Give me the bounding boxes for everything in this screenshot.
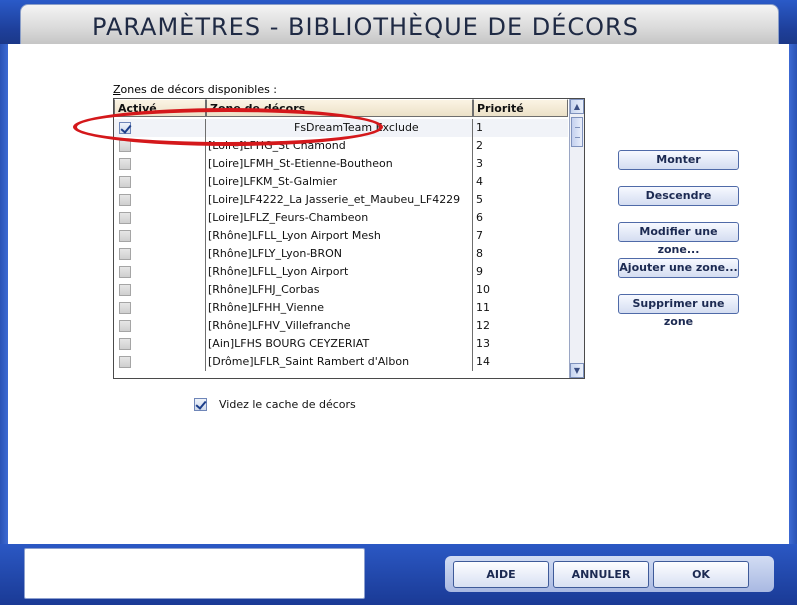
active-checkbox[interactable]	[119, 266, 131, 278]
list-header: Activé Zone de décors Priorité	[114, 99, 568, 119]
active-cell	[114, 353, 206, 371]
zone-priority: 6	[476, 211, 483, 224]
active-checkbox[interactable]	[119, 320, 131, 332]
active-cell	[114, 317, 206, 335]
active-cell	[114, 155, 206, 173]
column-header-priority[interactable]: Priorité	[473, 99, 568, 117]
active-checkbox[interactable]	[119, 248, 131, 260]
zone-priority: 9	[476, 265, 483, 278]
zone-priority: 1	[476, 121, 483, 134]
active-checkbox[interactable]	[119, 140, 131, 152]
cache-label: Videz le cache de décors	[219, 398, 356, 411]
scroll-up-button[interactable]: ▲	[570, 99, 584, 114]
list-row[interactable]: [Rhône]LFHJ_Corbas 10	[114, 281, 568, 299]
list-row[interactable]: [Loire]LFKM_St-Galmier 4	[114, 173, 568, 191]
zone-name: [Drôme]LFLR_Saint Rambert d'Albon	[206, 353, 473, 371]
list-row[interactable]: [Ain]LFHS BOURG CEYZERIAT 13	[114, 335, 568, 353]
zone-priority: 13	[476, 337, 490, 350]
active-checkbox[interactable]	[119, 158, 131, 170]
list-row[interactable]: [Drôme]LFLR_Saint Rambert d'Albon 14	[114, 353, 568, 371]
active-cell	[114, 299, 206, 317]
active-checkbox[interactable]	[119, 194, 131, 206]
zone-priority: 5	[476, 193, 483, 206]
scroll-thumb[interactable]	[571, 117, 583, 147]
active-checkbox[interactable]	[119, 230, 131, 242]
list-row[interactable]: [Loire]LFLZ_Feurs-Chambeon 6	[114, 209, 568, 227]
annuler-button[interactable]: ANNULER	[553, 561, 649, 588]
active-checkbox[interactable]	[119, 212, 131, 224]
zone-priority: 14	[476, 355, 490, 368]
zones-list-label-text: ones de décors disponibles :	[120, 83, 278, 96]
zone-priority: 12	[476, 319, 490, 332]
zone-name: [Loire]LFLZ_Feurs-Chambeon	[206, 209, 473, 227]
zone-name: [Rhône]LFLY_Lyon-BRON	[206, 245, 473, 263]
active-cell	[114, 245, 206, 263]
window-title: PARAMÈTRES - BIBLIOTHÈQUE DE DÉCORS	[92, 13, 639, 41]
active-checkbox[interactable]	[119, 176, 131, 188]
active-cell	[114, 335, 206, 353]
zone-name: [Loire]LF4222_La Jasserie_et_Maubeu_LF42…	[206, 191, 473, 209]
scroll-down-button[interactable]: ▼	[570, 363, 584, 378]
window-right-border	[789, 44, 797, 544]
zone-priority: 4	[476, 175, 483, 188]
descendre-button[interactable]: Descendre	[618, 186, 739, 206]
column-header-active[interactable]: Activé	[114, 99, 206, 117]
zone-priority: 8	[476, 247, 483, 260]
zone-priority: 2	[476, 139, 483, 152]
zone-priority: 3	[476, 157, 483, 170]
active-checkbox[interactable]	[119, 338, 131, 350]
zone-name: [Loire]LFHG_St Chamond	[206, 137, 473, 155]
active-checkbox[interactable]	[119, 356, 131, 368]
ok-button[interactable]: OK	[653, 561, 749, 588]
active-checkbox[interactable]	[119, 302, 131, 314]
window-left-border	[0, 44, 8, 544]
active-cell	[114, 209, 206, 227]
zone-name: [Ain]LFHS BOURG CEYZERIAT	[206, 335, 473, 353]
active-cell	[114, 281, 206, 299]
zone-name: [Rhône]LFHH_Vienne	[206, 299, 473, 317]
monter-button[interactable]: Monter	[618, 150, 739, 170]
list-row[interactable]: [Rhône]LFLY_Lyon-BRON 8	[114, 245, 568, 263]
zone-priority: 10	[476, 283, 490, 296]
list-row[interactable]: FsDreamTeam Exclude 1	[114, 119, 568, 137]
active-cell	[114, 137, 206, 155]
list-row[interactable]: [Rhône]LFLL_Lyon Airport Mesh 7	[114, 227, 568, 245]
zone-name: FsDreamTeam Exclude	[206, 119, 473, 137]
active-cell	[114, 191, 206, 209]
active-checkbox[interactable]	[119, 122, 131, 134]
modifier-zone-button[interactable]: Modifier une zone...	[618, 222, 739, 256]
zone-name: [Loire]LFMH_St-Etienne-Boutheon	[206, 155, 473, 173]
active-cell	[114, 119, 206, 137]
zones-list-label-accel: Z	[113, 83, 121, 96]
list-row[interactable]: [Rhône]LFLL_Lyon Airport 9	[114, 263, 568, 281]
column-header-zone[interactable]: Zone de décors	[206, 99, 473, 117]
zone-name: [Loire]LFKM_St-Galmier	[206, 173, 473, 191]
list-row[interactable]: [Loire]LFMH_St-Etienne-Boutheon 3	[114, 155, 568, 173]
cache-option[interactable]: Videz le cache de décors	[194, 398, 356, 411]
list-row[interactable]: [Loire]LFHG_St Chamond 2	[114, 137, 568, 155]
status-box	[24, 548, 365, 599]
ajouter-zone-button[interactable]: Ajouter une zone...	[618, 258, 739, 278]
zone-name: [Rhône]LFHV_Villefranche	[206, 317, 473, 335]
zone-name: [Rhône]LFLL_Lyon Airport	[206, 263, 473, 281]
zone-name: [Rhône]LFLL_Lyon Airport Mesh	[206, 227, 473, 245]
list-rows: FsDreamTeam Exclude 1 [Loire]LFHG_St Chamo…	[114, 119, 568, 371]
cache-checkbox[interactable]	[194, 398, 207, 411]
active-cell	[114, 263, 206, 281]
list-row[interactable]: [Loire]LF4222_La Jasserie_et_Maubeu_LF42…	[114, 191, 568, 209]
active-cell	[114, 227, 206, 245]
zones-list-label: Zones de décors disponibles :	[113, 83, 277, 96]
list-row[interactable]: [Rhône]LFHV_Villefranche 12	[114, 317, 568, 335]
list-scrollbar[interactable]: ▲ ▼	[569, 99, 584, 378]
zone-name: [Rhône]LFHJ_Corbas	[206, 281, 473, 299]
zone-priority: 11	[476, 301, 490, 314]
active-checkbox[interactable]	[119, 284, 131, 296]
scenery-list[interactable]: Activé Zone de décors Priorité FsDreamTe…	[113, 98, 585, 379]
supprimer-zone-button[interactable]: Supprimer une zone	[618, 294, 739, 328]
active-cell	[114, 173, 206, 191]
aide-button[interactable]: AIDE	[453, 561, 549, 588]
list-row[interactable]: [Rhône]LFHH_Vienne 11	[114, 299, 568, 317]
zone-priority: 7	[476, 229, 483, 242]
